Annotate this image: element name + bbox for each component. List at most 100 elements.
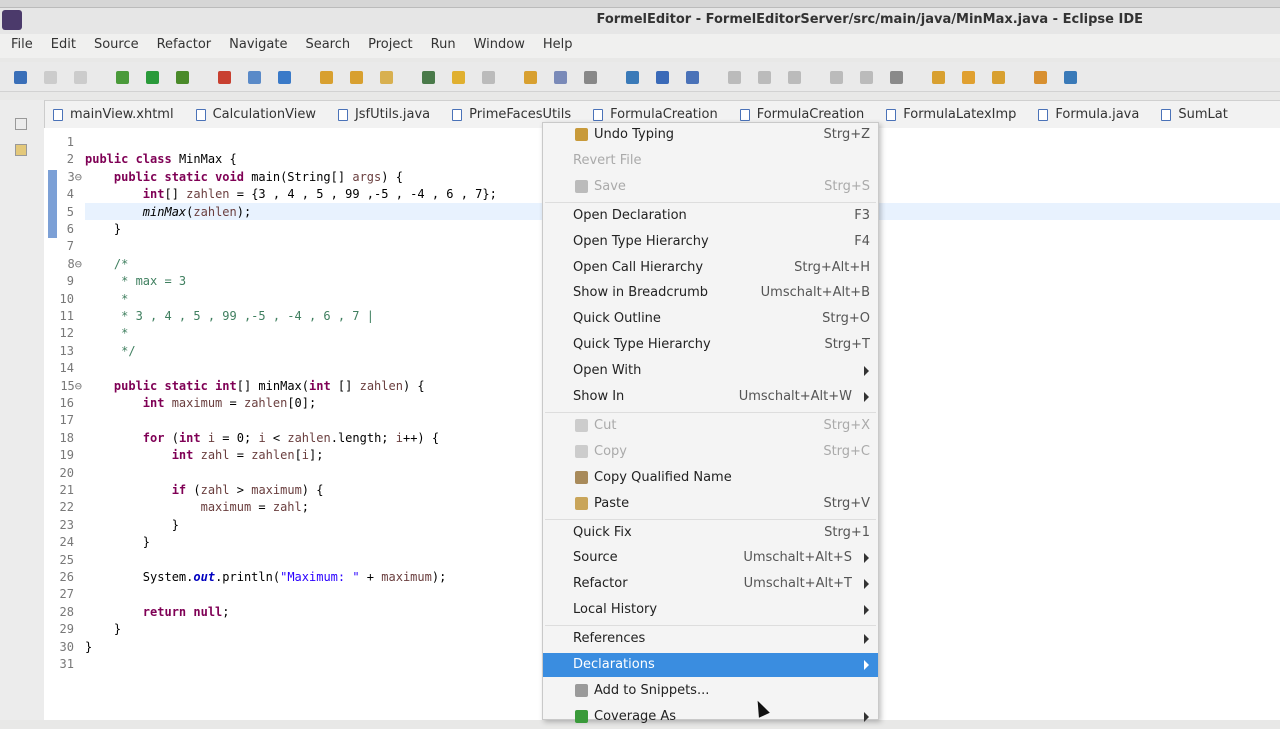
code-token: } <box>85 639 93 654</box>
toolbar-button-icon[interactable] <box>860 71 873 84</box>
menu-item-label: Paste <box>594 495 630 511</box>
menu-item-quick-outline[interactable]: Quick Outline Strg+O <box>543 307 878 331</box>
toolbar-button-icon[interactable] <box>992 71 1005 84</box>
toolbar-button-icon[interactable] <box>1064 71 1077 84</box>
menu-refactor[interactable]: Refactor <box>154 34 221 58</box>
toolbar-button-icon[interactable] <box>380 71 393 84</box>
menu-item-paste[interactable]: Paste Strg+V <box>543 492 878 516</box>
toolbar-button-icon[interactable] <box>218 71 231 84</box>
menu-item-copy-qualified-name[interactable]: Copy Qualified Name <box>543 466 878 490</box>
code-token: ]; <box>309 448 324 463</box>
menu-search[interactable]: Search <box>302 34 359 58</box>
toolbar-button-icon[interactable] <box>248 71 261 84</box>
toolbar-button-icon[interactable] <box>554 71 567 84</box>
cut-icon <box>575 418 588 432</box>
menu-separator <box>545 625 876 627</box>
toolbar-button-icon[interactable] <box>422 71 435 84</box>
menu-window[interactable]: Window <box>471 34 534 58</box>
toolbar-button-icon[interactable] <box>14 71 27 84</box>
menu-item-local-history[interactable]: Local History <box>543 598 878 622</box>
toolbar-button-icon[interactable] <box>176 71 189 84</box>
toolbar-button-icon[interactable] <box>656 71 669 84</box>
menu-item-open-call-hierarchy[interactable]: Open Call Hierarchy Strg+Alt+H <box>543 256 878 280</box>
toolbar-button-icon[interactable] <box>1034 71 1047 84</box>
menu-item-show-in[interactable]: Show In Umschalt+Alt+W <box>543 385 878 409</box>
menu-item-label: Source <box>573 550 618 566</box>
toolbar-button-icon[interactable] <box>758 71 771 84</box>
code-token: = 0; <box>215 430 259 445</box>
toolbar-button-icon[interactable] <box>830 71 843 84</box>
toolbar-button-icon[interactable] <box>146 71 159 84</box>
menu-item-label: Undo Typing <box>594 127 675 142</box>
menu-source[interactable]: Source <box>91 34 148 58</box>
menu-item-quick-type-hierarchy[interactable]: Quick Type Hierarchy Strg+T <box>543 333 878 357</box>
toolbar-button-icon[interactable] <box>452 71 465 84</box>
menu-item-open-type-hierarchy[interactable]: Open Type Hierarchy F4 <box>543 230 878 254</box>
toolbar-button-icon[interactable] <box>74 71 87 84</box>
menu-item-shortcut: Strg+1 <box>824 524 870 540</box>
menu-item-references[interactable]: References <box>543 627 878 651</box>
menu-item-label: References <box>573 631 646 647</box>
toolbar-button-icon[interactable] <box>482 71 495 84</box>
menu-item-undo-typing[interactable]: Undo Typing Strg+Z <box>543 123 878 147</box>
code-token: = {3 , 4 , 5 , 99 ,-5 , -4 , 6 , 7}; <box>229 187 497 202</box>
editor-tab[interactable]: SumLat <box>1153 101 1241 128</box>
menu-item-show-in-breadcrumb[interactable]: Show in Breadcrumb Umschalt+Alt+B <box>543 281 878 305</box>
java-file-icon <box>53 108 63 121</box>
toolbar-button-icon[interactable] <box>626 71 639 84</box>
menu-run[interactable]: Run <box>428 34 465 58</box>
toolbar-button-icon[interactable] <box>320 71 333 84</box>
toolbar-button-icon[interactable] <box>44 71 57 84</box>
package-explorer-icon[interactable] <box>15 144 27 156</box>
tab-label: JsfUtils.java <box>354 107 431 122</box>
code-token: int <box>142 396 172 410</box>
code-token: args <box>352 169 382 184</box>
menu-project[interactable]: Project <box>365 34 421 58</box>
menu-item-open-with[interactable]: Open With <box>543 359 878 383</box>
code-token: * <box>85 291 129 306</box>
menu-item-open-declaration[interactable]: Open Declaration F3 <box>543 204 878 228</box>
toolbar-button-icon[interactable] <box>524 71 537 84</box>
menu-item-label: Coverage As <box>594 708 677 724</box>
code-token: minMax <box>142 204 187 219</box>
editor-tab[interactable]: Formula.java <box>1030 101 1153 128</box>
code-line: } <box>85 518 179 532</box>
menu-separator <box>545 518 876 520</box>
editor-tab[interactable]: CalculationView <box>188 101 330 128</box>
toolbar-button-icon[interactable] <box>932 71 945 84</box>
toolbar-button-icon[interactable] <box>116 71 129 84</box>
restore-icon[interactable] <box>15 118 27 130</box>
menu-item-add-to-snippets[interactable]: Add to Snippets... <box>543 679 878 703</box>
toolbar-button-icon[interactable] <box>728 71 741 84</box>
editor-tab[interactable]: FormulaLatexImp <box>878 101 1030 128</box>
menu-item-refactor[interactable]: Refactor Umschalt+Alt+T <box>543 572 878 596</box>
title-bar: FormelEditor - FormelEditorServer/src/ma… <box>0 8 1280 34</box>
editor-tab[interactable]: JsfUtils.java <box>330 101 444 128</box>
line-number: 28 <box>59 604 74 619</box>
menu-navigate[interactable]: Navigate <box>226 34 296 58</box>
toolbar-button-icon[interactable] <box>890 71 903 84</box>
toolbar-button-icon[interactable] <box>788 71 801 84</box>
code-token: */ <box>85 343 136 358</box>
menu-item-quick-fix[interactable]: Quick Fix Strg+1 <box>543 521 878 545</box>
toolbar-button-icon[interactable] <box>584 71 597 84</box>
menu-edit[interactable]: Edit <box>48 34 85 58</box>
menu-item-save: Save Strg+S <box>543 175 878 199</box>
menu-item-shortcut: Strg+T <box>824 337 870 353</box>
code-token: = <box>251 500 273 515</box>
menu-item-source[interactable]: Source Umschalt+Alt+S <box>543 546 878 570</box>
menu-help[interactable]: Help <box>540 34 582 58</box>
editor-tab[interactable]: mainView.xhtml <box>45 101 188 128</box>
line-number: 7 <box>66 239 74 254</box>
menu-file[interactable]: File <box>8 34 42 58</box>
code-token: zahl <box>272 500 302 515</box>
toolbar-button-icon[interactable] <box>350 71 363 84</box>
toolbar-button-icon[interactable] <box>962 71 975 84</box>
toolbar-button-icon[interactable] <box>278 71 291 84</box>
toolbar-button-icon[interactable] <box>686 71 699 84</box>
code-token: class <box>135 152 179 167</box>
menu-item-declarations[interactable]: Declarations <box>543 653 878 677</box>
menu-item-coverage-as[interactable]: Coverage As <box>543 705 878 729</box>
